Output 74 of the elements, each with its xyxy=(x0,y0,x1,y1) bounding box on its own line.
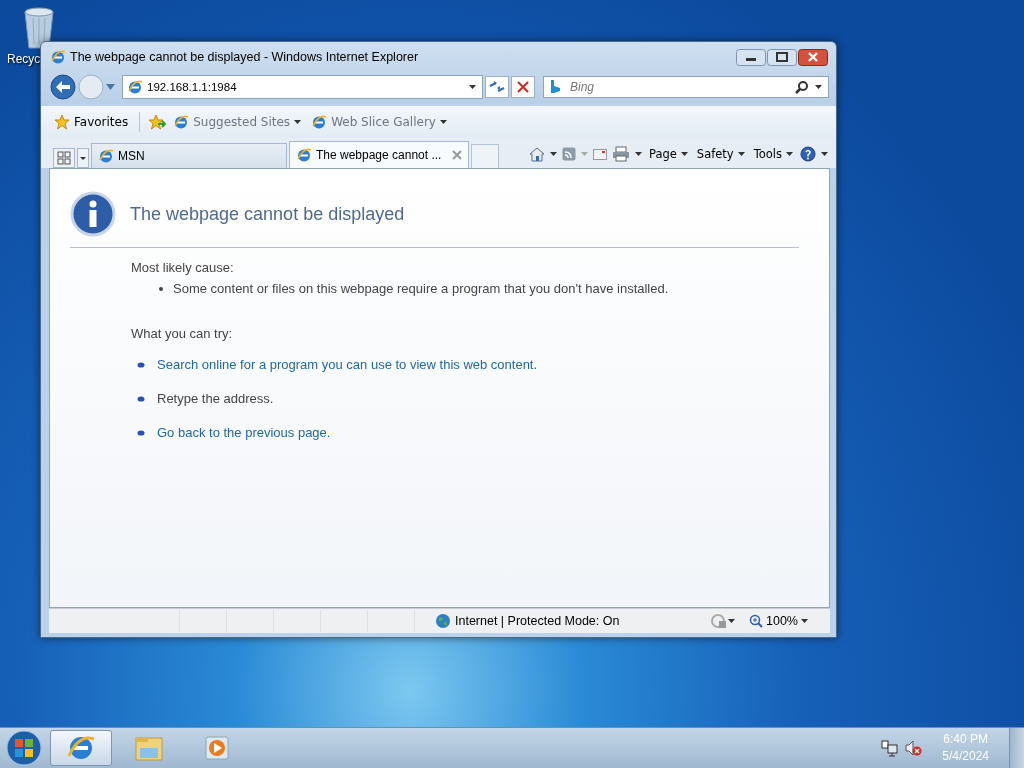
bullet-icon xyxy=(159,286,163,291)
caret-icon xyxy=(786,152,793,156)
caret-icon xyxy=(680,152,688,156)
cause-text: Some content or files on this webpage require a program that you don't have installed. xyxy=(173,281,669,296)
caret-icon[interactable] xyxy=(815,85,822,89)
security-zone-status: Internet | Protected Mode: On xyxy=(435,613,710,629)
action-text: Retype the address. xyxy=(157,391,274,406)
browser-tab[interactable]: The webpage cannot ... xyxy=(289,141,469,168)
recycle-bin-icon[interactable] xyxy=(21,6,57,50)
browser-icon xyxy=(311,114,328,130)
zoom-button[interactable]: 100% xyxy=(749,614,808,628)
feed-icon[interactable] xyxy=(562,147,576,161)
command-menu-button[interactable]: Page xyxy=(647,145,690,163)
close-button[interactable] xyxy=(798,49,828,66)
printer-icon[interactable] xyxy=(612,146,630,162)
recent-pages-caret-icon[interactable] xyxy=(106,84,115,90)
address-text: 192.168.1.1:1984 xyxy=(147,81,238,93)
browser-icon xyxy=(127,79,143,95)
bullet-icon xyxy=(137,361,145,368)
command-menu-button[interactable]: Safety xyxy=(694,145,747,163)
zoom-icon xyxy=(749,614,763,628)
caret-icon xyxy=(737,152,745,156)
caret-icon[interactable] xyxy=(821,152,828,156)
favorites-link[interactable]: Suggested Sites xyxy=(170,112,305,132)
tab-list-button[interactable] xyxy=(77,148,89,168)
command-menu-button[interactable]: Tools xyxy=(751,145,795,163)
caret-icon[interactable] xyxy=(469,85,476,89)
stop-button[interactable] xyxy=(511,76,535,98)
network-icon[interactable] xyxy=(880,739,899,757)
muted-speaker-icon[interactable] xyxy=(904,739,923,757)
page-heading: The webpage cannot be displayed xyxy=(130,203,405,225)
search-box[interactable]: Bing xyxy=(543,76,829,98)
search-field[interactable]: Bing xyxy=(568,79,789,95)
close-tab-icon[interactable] xyxy=(452,150,462,160)
browser-icon xyxy=(296,147,312,163)
refresh-button[interactable] xyxy=(485,76,509,98)
favorites-link[interactable]: Web Slice Gallery xyxy=(308,112,450,132)
window-title: The webpage cannot be displayed - Windows Internet Explorer xyxy=(70,50,420,64)
back-button[interactable] xyxy=(50,74,76,100)
caret-icon[interactable] xyxy=(635,152,642,156)
add-favorite-icon[interactable] xyxy=(148,114,167,130)
browser-icon xyxy=(173,114,190,130)
bullet-icon xyxy=(137,395,145,402)
quick-tabs-button[interactable] xyxy=(53,148,75,168)
star-icon xyxy=(54,114,70,130)
search-icon[interactable] xyxy=(795,80,809,94)
address-bar[interactable]: 192.168.1.1:1984 xyxy=(122,75,483,99)
browser-tab[interactable]: MSN xyxy=(91,143,287,168)
action-link[interactable]: Go back to the previous page. xyxy=(157,425,331,440)
caret-icon[interactable] xyxy=(728,619,735,623)
cause-label: Most likely cause: xyxy=(131,260,235,275)
try-label: What you can try: xyxy=(131,326,234,341)
mail-icon[interactable] xyxy=(593,148,607,160)
tab-label: MSN xyxy=(118,149,146,163)
globe-icon xyxy=(435,613,451,629)
caret-icon xyxy=(801,619,808,623)
tab-label: The webpage cannot ... xyxy=(316,148,443,162)
favorites-button[interactable]: Favorites xyxy=(51,112,132,132)
action-link[interactable]: Search online for a program you can use to view this web content. xyxy=(157,357,538,372)
caret-icon xyxy=(439,120,447,124)
caret-icon xyxy=(294,120,302,124)
browser-icon xyxy=(98,148,114,164)
start-button[interactable] xyxy=(4,728,44,768)
info-icon xyxy=(70,191,116,237)
browser-icon xyxy=(50,49,66,65)
help-icon[interactable] xyxy=(800,146,816,162)
minimize-button[interactable] xyxy=(736,49,766,66)
taskbar-button[interactable] xyxy=(50,730,112,766)
caret-icon[interactable] xyxy=(550,152,557,156)
maximize-button[interactable] xyxy=(767,49,797,66)
search-provider-icon xyxy=(550,80,562,94)
bullet-icon xyxy=(137,429,145,436)
desktop-icon-label[interactable]: Recyc xyxy=(7,52,41,66)
home-icon[interactable] xyxy=(529,146,545,162)
